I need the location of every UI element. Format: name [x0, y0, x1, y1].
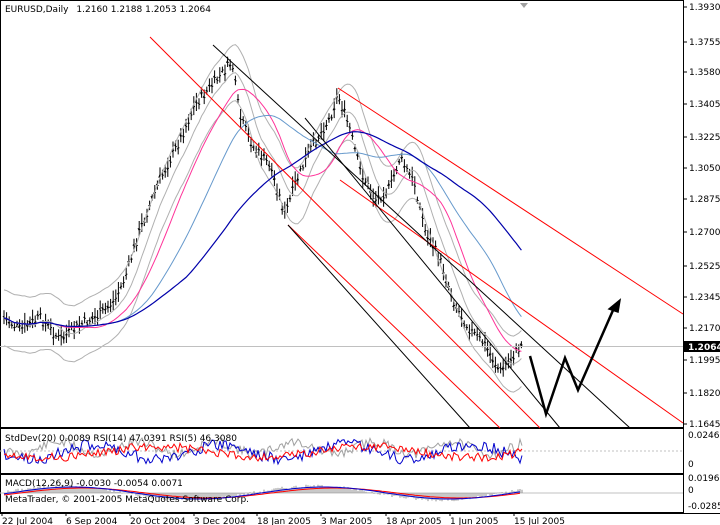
price-bar-open [382, 195, 384, 198]
red-channel-right-lower [339, 179, 684, 424]
svg-text:0: 0 [688, 460, 694, 470]
indicator1-axis: 0.0246 0 [688, 431, 720, 470]
date-tick-label: 3 Dec 2004 [194, 517, 246, 525]
price-tick-label: 1.1645 [689, 420, 720, 430]
moving-average-mid [3, 114, 522, 328]
price-bar-open [480, 341, 483, 343]
price-bar-open [462, 322, 465, 325]
price-tick-label: 1.1820 [689, 389, 720, 399]
date-tick-label: 3 Mar 2005 [321, 517, 372, 525]
price-bar-open [314, 145, 317, 147]
svg-text:1.2064: 1.2064 [688, 343, 720, 353]
forecast-arrow-head-icon [607, 298, 622, 313]
moving-average-slow [3, 131, 522, 328]
price-bar-open [465, 326, 468, 328]
price-bar-open [215, 78, 218, 81]
chart-title: EURUSD,Daily 1.2160 1.2188 1.2053 1.2064 [5, 5, 211, 15]
date-tick-label: 15 Jul 2005 [514, 517, 565, 525]
price-bar-open [499, 366, 501, 369]
price-bar-open [2, 315, 5, 318]
price-tick-label: 1.2345 [689, 293, 720, 303]
date-tick-label: 18 Jan 2005 [257, 517, 311, 525]
copyright-text: MetaTrader, © 2001-2005 MetaQuotes Softw… [5, 495, 249, 505]
price-tick-label: 1.2525 [689, 262, 720, 272]
chart-canvas[interactable]: EURUSD,Daily 1.2160 1.2188 1.2053 1.2064 … [0, 0, 720, 525]
indicator2-label: MACD(12,26,9) -0.0030 -0.0054 0.0071 [5, 479, 183, 489]
price-bar-open [124, 274, 127, 277]
price-tick-label: 1.3225 [689, 133, 720, 143]
red-channel-right-upper [337, 87, 684, 315]
moving-average-fast [3, 88, 522, 352]
price-bar-open [301, 165, 304, 168]
black-channel-mid [304, 117, 561, 429]
price-bar-open [80, 322, 83, 325]
price-bar-open [350, 134, 353, 137]
price-bar-open [257, 148, 260, 150]
date-tick-label: 20 Oct 2004 [130, 517, 186, 525]
price-bar-open [205, 89, 208, 92]
price-tick-label: 1.1995 [689, 356, 720, 366]
price-tick-label: 1.2700 [689, 228, 720, 238]
price-bar-open [85, 321, 88, 324]
price-tick-label: 1.3930 [689, 3, 720, 13]
date-tick-label: 6 Sep 2004 [66, 517, 118, 525]
price-tick-label: 1.3405 [689, 100, 720, 110]
price-tick-label: 1.2875 [689, 195, 720, 205]
svg-text:0: 0 [688, 486, 694, 496]
svg-text:-0.0285: -0.0285 [688, 502, 720, 512]
black-channel-top [212, 44, 631, 429]
price-bar-open [114, 298, 116, 301]
price-bar-open [299, 169, 301, 171]
red-channel-bottom [287, 224, 501, 429]
chart-window[interactable]: EURUSD,Daily 1.2160 1.2188 1.2053 1.2064 … [0, 0, 720, 525]
date-tick-label: 1 Jun 2005 [450, 517, 498, 525]
svg-text:0.0246: 0.0246 [688, 431, 720, 441]
date-tick-label: 22 Jul 2004 [2, 517, 53, 525]
indicator1-label: StdDev(20) 0.0089 RSI(14) 47.0391 RSI(5)… [5, 434, 237, 444]
price-bar-open [169, 160, 171, 162]
price-tick-label: 1.2170 [689, 324, 720, 334]
price-bar-open [49, 328, 51, 330]
price-axis: 1.3930 1.3755 1.3580 1.3405 1.3225 1.3050 1.28… [683, 3, 720, 430]
price-bar-open [317, 136, 319, 139]
red-channel-top [149, 36, 541, 429]
price-bar-open [241, 118, 244, 121]
price-tick-label: 1.3580 [689, 68, 720, 78]
indicator2-axis: 0.0196 0 -0.0285 [688, 474, 720, 512]
price-chart[interactable] [0, 36, 684, 429]
svg-text:0.0196: 0.0196 [688, 474, 720, 484]
price-tick-label: 1.3050 [689, 164, 720, 174]
price-bar-open [116, 293, 119, 295]
price-bar-open [475, 334, 478, 336]
price-bar-open [65, 334, 67, 336]
price-bar-open [220, 70, 223, 73]
date-axis: 22 Jul 2004 6 Sep 2004 20 Oct 2004 3 Dec 20… [1, 513, 565, 525]
scroll-marker-icon [520, 3, 528, 8]
price-bar-open [233, 78, 236, 81]
date-tick-label: 18 Apr 2005 [386, 517, 442, 525]
price-bar-open [319, 132, 322, 134]
current-price-marker: 1.2064 [684, 341, 720, 353]
price-tick-label: 1.3755 [689, 38, 720, 48]
price-bar-open [374, 200, 377, 203]
